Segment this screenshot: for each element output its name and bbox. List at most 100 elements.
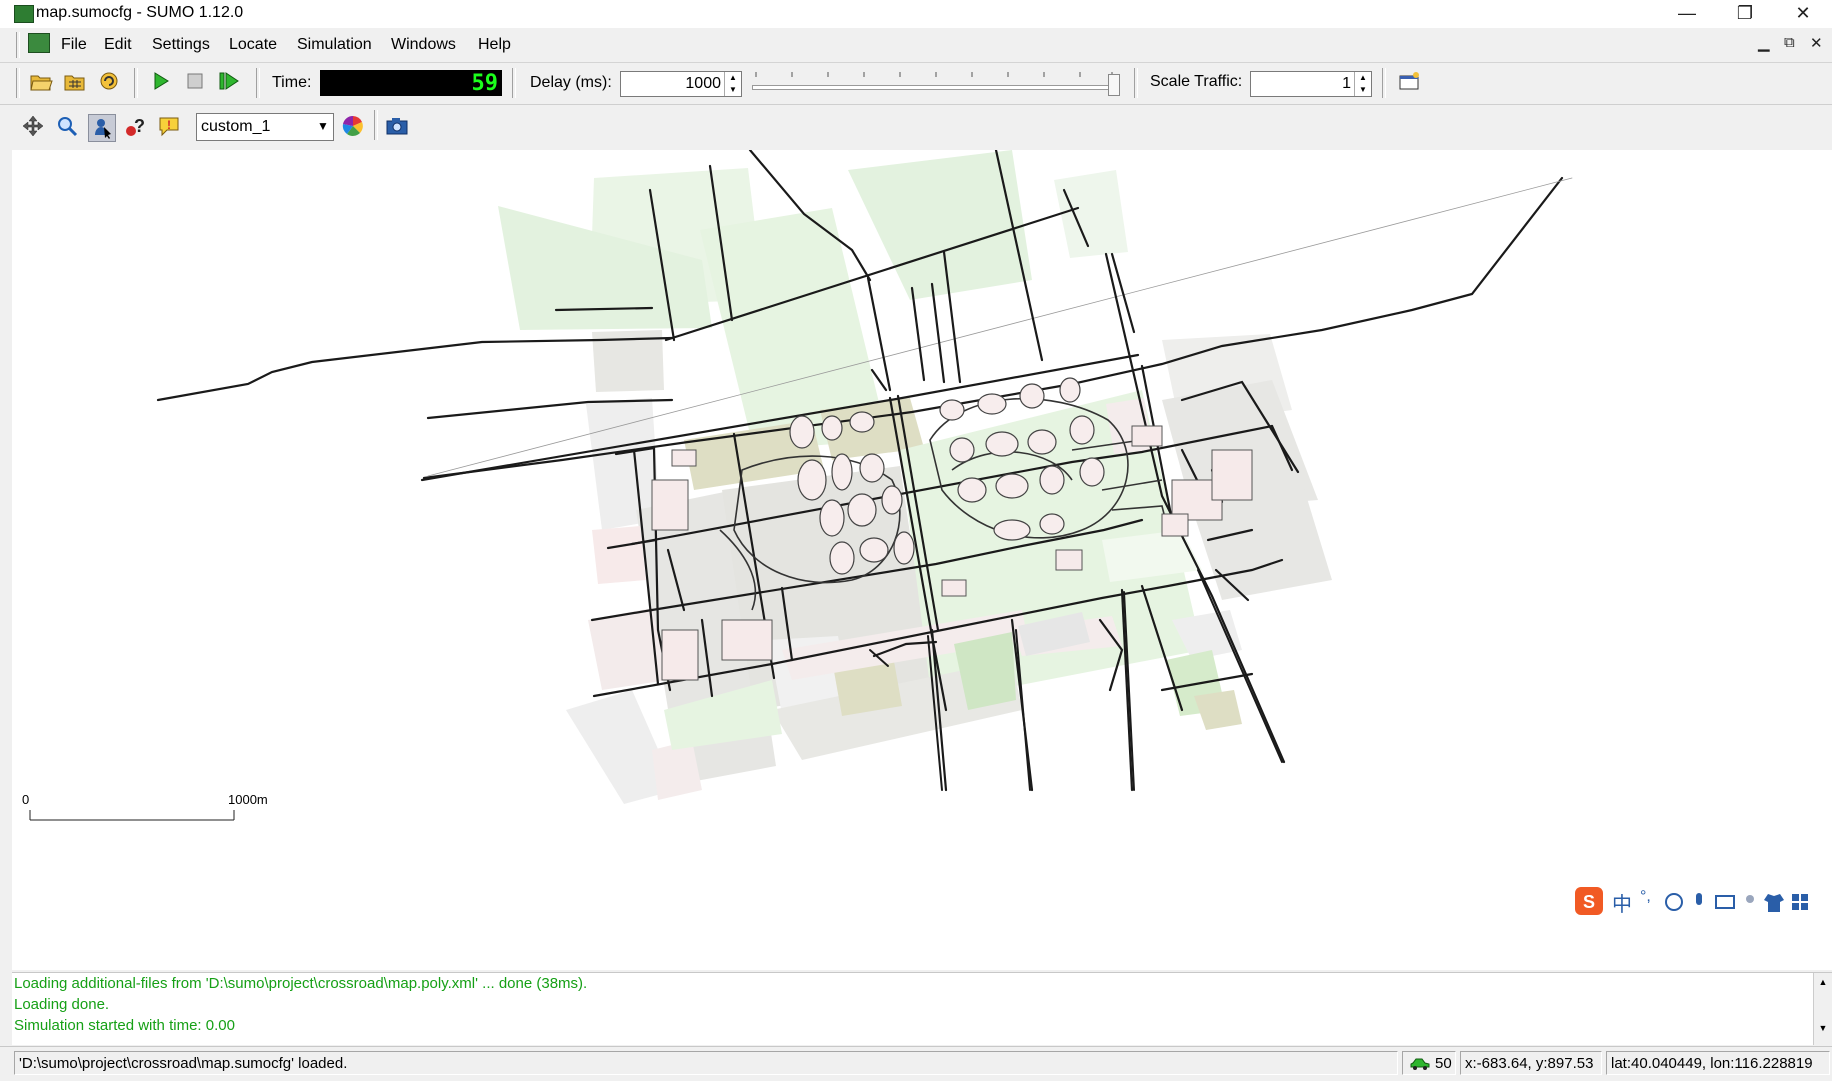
ime-language[interactable]: 中: [1612, 888, 1632, 917]
query-button[interactable]: ?: [122, 114, 148, 140]
camera-icon: [386, 118, 408, 135]
delay-spinner[interactable]: 1000 ▲ ▼: [620, 71, 742, 97]
menu-locate[interactable]: Locate: [229, 36, 277, 54]
svg-text:S: S: [1583, 892, 1595, 912]
time-value: 59: [471, 71, 499, 96]
tooltip-button[interactable]: !: [156, 114, 182, 140]
close-button[interactable]: ✕: [1774, 0, 1832, 28]
ime-icons: [1665, 893, 1808, 912]
scroll-down-icon[interactable]: ▼: [1814, 1023, 1832, 1033]
screenshot-button[interactable]: [384, 114, 410, 140]
color-wheel-icon: [342, 115, 363, 136]
car-icon: [1410, 1058, 1430, 1070]
spinner-arrows-icon[interactable]: ▲ ▼: [724, 72, 741, 96]
view-toolbar: ? ! custom_1 ▼: [0, 106, 1832, 148]
new-window-icon: [1399, 72, 1419, 90]
play-icon: [154, 72, 169, 90]
scale-traffic-spinner[interactable]: 1 ▲ ▼: [1250, 71, 1372, 97]
slider-ticks: [755, 72, 1113, 77]
svg-text:!: !: [167, 118, 171, 132]
scroll-up-icon[interactable]: ▲: [1814, 977, 1832, 987]
sumo-app-icon: [14, 5, 34, 23]
folder-open-icon: [30, 75, 53, 91]
restore-button[interactable]: ❐: [1716, 0, 1774, 28]
menu-settings[interactable]: Settings: [152, 36, 210, 54]
recenter-button[interactable]: [20, 114, 46, 140]
select-person-icon: [95, 119, 111, 139]
color-scheme-value: custom_1: [201, 118, 271, 135]
toolbar-separator: [134, 68, 138, 98]
road-network-map[interactable]: [12, 148, 1832, 970]
message-line: Loading done.: [14, 996, 110, 1013]
title-bar: map.sumocfg - SUMO 1.12.0 — ❐ ✕: [0, 0, 1832, 28]
time-display: 59: [320, 70, 502, 96]
step-button[interactable]: [216, 70, 242, 96]
shirt-icon: [1764, 894, 1784, 912]
new-view-button[interactable]: [1396, 70, 1422, 96]
svg-text:?: ?: [134, 116, 145, 136]
mdi-child-icon[interactable]: [28, 33, 50, 53]
message-line: Simulation started with time: 0.00: [14, 1017, 235, 1034]
stop-icon: [187, 73, 203, 89]
stop-button[interactable]: [182, 70, 208, 96]
delay-value: 1000: [685, 75, 721, 92]
status-bar: 'D:\sumo\project\crossroad\map.sumocfg' …: [0, 1046, 1832, 1081]
select-mode-button[interactable]: [88, 114, 116, 142]
mdi-close-button[interactable]: ✕: [1810, 34, 1823, 52]
microphone-icon: [1696, 893, 1702, 905]
mdi-minimize-button[interactable]: ▁: [1758, 34, 1770, 52]
menu-bar: File Edit Settings Locate Simulation Win…: [0, 28, 1832, 63]
menu-windows[interactable]: Windows: [391, 36, 456, 54]
question-icon: ?: [126, 116, 145, 136]
scale-end-label: 1000m: [228, 792, 268, 807]
menu-file[interactable]: File: [61, 36, 87, 54]
vehicle-count-cell: 50: [1402, 1051, 1456, 1075]
status-xy: x:-683.64, y:897.53: [1460, 1051, 1602, 1075]
grid-icon: [1792, 894, 1808, 910]
toolbar-separator: [1382, 68, 1386, 98]
menu-simulation[interactable]: Simulation: [297, 36, 372, 54]
slider-knob[interactable]: [1108, 74, 1120, 96]
message-scrollbar[interactable]: ▲ ▼: [1813, 973, 1832, 1045]
scale-traffic-label: Scale Traffic:: [1150, 73, 1243, 90]
toolbar-separator: [256, 68, 260, 98]
scale-start-label: 0: [22, 792, 30, 807]
vehicle-count: 50: [1435, 1055, 1452, 1072]
mdi-restore-button[interactable]: ⧉: [1784, 34, 1795, 51]
open-network-icon: [64, 75, 85, 91]
scale-traffic-value: 1: [1342, 75, 1351, 92]
message-window: Loading additional-files from 'D:\sumo\p…: [12, 972, 1832, 1045]
ime-toolbar[interactable]: S 中 °,: [1572, 884, 1830, 918]
spinner-arrows-icon[interactable]: ▲ ▼: [1354, 72, 1371, 96]
status-message: 'D:\sumo\project\crossroad\map.sumocfg' …: [14, 1051, 1398, 1075]
minimize-button[interactable]: —: [1658, 0, 1716, 28]
color-scheme-select[interactable]: custom_1 ▼: [196, 113, 334, 141]
network-view[interactable]: 0 1000m: [12, 148, 1832, 970]
ime-punctuation[interactable]: °,: [1640, 888, 1651, 906]
menu-help[interactable]: Help: [478, 36, 511, 54]
toolbar-separator: [374, 110, 378, 140]
magnifier-icon: [58, 117, 78, 137]
scale-bar: [29, 810, 235, 821]
toolbar-separator: [1134, 68, 1138, 98]
open-network-button[interactable]: [62, 70, 88, 96]
run-button[interactable]: [148, 70, 174, 96]
menu-edit[interactable]: Edit: [104, 36, 132, 54]
toolbar-separator: [512, 68, 516, 98]
landuse-areas: [498, 150, 1332, 804]
time-label: Time:: [272, 74, 312, 91]
toolbar-grip: [16, 68, 20, 98]
reload-button[interactable]: [96, 70, 122, 96]
keyboard-icon: [1715, 895, 1735, 909]
user-icon: [1746, 895, 1754, 903]
edit-coloring-button[interactable]: [340, 114, 366, 140]
simulation-toolbar: Time: 59 Delay (ms): 1000 ▲ ▼ Scale Traff…: [0, 64, 1832, 105]
status-latlon: lat:40.040449, lon:116.228819: [1606, 1051, 1830, 1075]
open-config-button[interactable]: [28, 70, 54, 96]
slider-track: [752, 85, 1114, 90]
delay-label: Delay (ms):: [530, 74, 612, 91]
chevron-down-icon[interactable]: ▼: [315, 116, 331, 136]
locate-button[interactable]: [54, 114, 80, 140]
delay-slider[interactable]: [748, 70, 1122, 96]
message-line: Loading additional-files from 'D:\sumo\p…: [14, 975, 588, 992]
